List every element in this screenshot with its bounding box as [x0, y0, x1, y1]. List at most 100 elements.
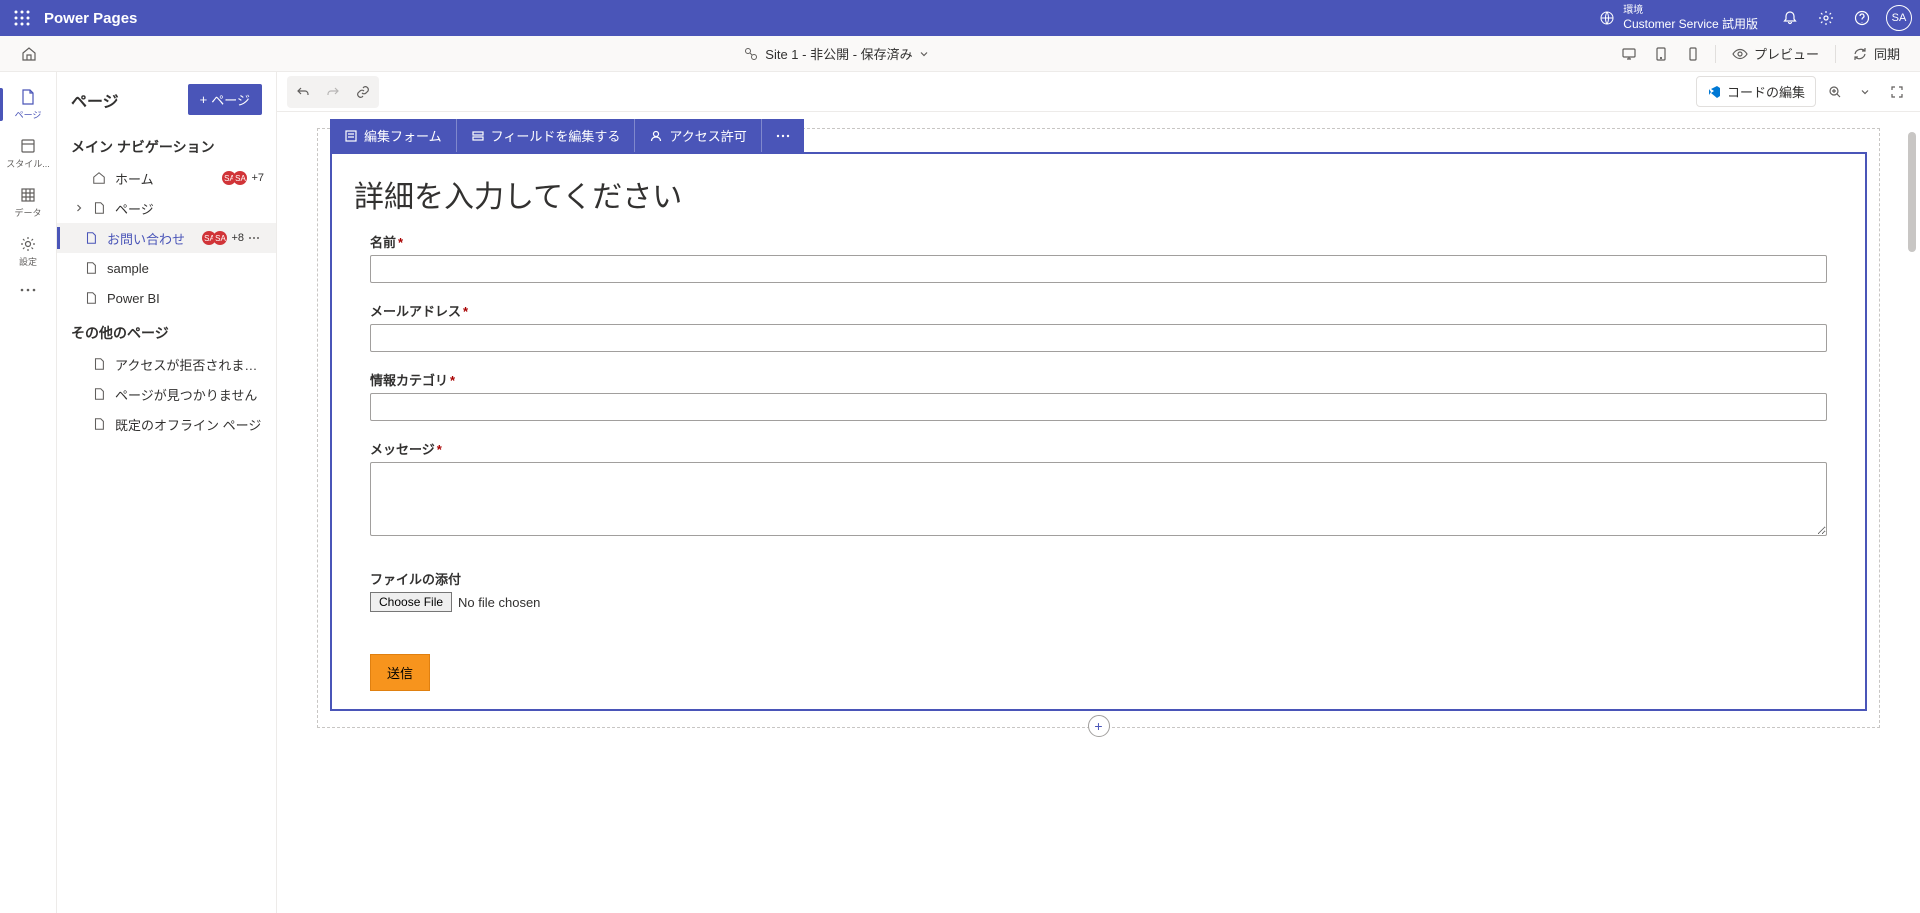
undo-button[interactable]	[290, 79, 316, 105]
nav-sample-label: sample	[107, 261, 264, 276]
nav-home[interactable]: ホーム SASA +7	[57, 163, 276, 193]
submit-button[interactable]: 送信	[370, 654, 430, 691]
attachment-label: ファイルの添付	[370, 569, 1827, 588]
more-icon	[248, 236, 260, 240]
chevron-down-icon	[919, 49, 929, 59]
email-label: メールアドレス*	[370, 301, 1827, 320]
page-icon	[92, 357, 106, 371]
sync-button[interactable]: 同期	[1844, 40, 1908, 68]
help-button[interactable]	[1846, 2, 1878, 34]
nav-home-label: ホーム	[115, 169, 222, 188]
canvas-area: コードの編集 編集フォーム フィールドを編集する	[277, 72, 1920, 913]
message-textarea[interactable]	[370, 462, 1827, 536]
redo-button[interactable]	[320, 79, 346, 105]
collaborators-badge: SASA +7	[222, 171, 264, 185]
page-container: 編集フォーム フィールドを編集する アクセス許可 詳細を入力し	[317, 128, 1880, 728]
rail-settings[interactable]: 設定	[0, 227, 56, 276]
add-page-button[interactable]: + ページ	[188, 84, 262, 115]
nav-not-found[interactable]: ページが見つかりません	[57, 379, 276, 409]
zoom-dropdown[interactable]	[1852, 79, 1878, 105]
add-section-button[interactable]: +	[1088, 715, 1110, 737]
desktop-view-button[interactable]	[1615, 40, 1643, 68]
app-launcher-icon[interactable]	[8, 4, 36, 32]
rail-data[interactable]: データ	[0, 178, 56, 227]
mobile-icon	[1685, 46, 1701, 62]
page-icon	[84, 261, 98, 275]
preview-button[interactable]: プレビュー	[1724, 40, 1827, 68]
form-component-toolbar: 編集フォーム フィールドを編集する アクセス許可	[330, 119, 804, 152]
code-edit-button[interactable]: コードの編集	[1696, 76, 1816, 107]
data-icon	[19, 186, 37, 204]
edit-fields-button[interactable]: フィールドを編集する	[457, 119, 636, 152]
main-nav-label: メイン ナビゲーション	[57, 127, 276, 163]
tablet-view-button[interactable]	[1647, 40, 1675, 68]
nav-offline-label: 既定のオフライン ページ	[115, 415, 264, 434]
page-icon	[19, 88, 37, 106]
pages-sidebar: ページ + ページ メイン ナビゲーション ホーム SASA +7 ページ お問…	[57, 72, 277, 913]
category-input[interactable]	[370, 393, 1827, 421]
notifications-button[interactable]	[1774, 2, 1806, 34]
user-avatar[interactable]: SA	[1886, 5, 1912, 31]
form-icon	[344, 129, 358, 143]
access-button[interactable]: アクセス許可	[635, 119, 761, 152]
rail-styles[interactable]: スタイル...	[0, 129, 56, 178]
form-component[interactable]: 詳細を入力してください 名前* メールアドレス* 情報カテゴリ*	[330, 152, 1867, 711]
app-header: Power Pages 環境 Customer Service 試用版 SA	[0, 0, 1920, 36]
scrollbar[interactable]	[1908, 132, 1916, 893]
nav-sample[interactable]: sample	[57, 253, 276, 283]
chevron-right-icon	[75, 204, 83, 212]
globe-icon	[1599, 10, 1615, 26]
rail-settings-label: 設定	[19, 255, 37, 268]
gear-icon	[1818, 10, 1834, 26]
design-canvas[interactable]: 編集フォーム フィールドを編集する アクセス許可 詳細を入力し	[277, 112, 1920, 913]
rail-more[interactable]	[0, 280, 56, 300]
page-icon	[92, 201, 106, 215]
link-button[interactable]	[350, 79, 376, 105]
canvas-toolbar: コードの編集	[277, 72, 1920, 112]
rail-styles-label: スタイル...	[6, 157, 50, 170]
plus-icon: +	[200, 92, 208, 107]
page-icon	[84, 291, 98, 305]
name-input[interactable]	[370, 255, 1827, 283]
no-file-text: No file chosen	[458, 595, 540, 610]
redo-icon	[326, 85, 340, 99]
nav-access-denied[interactable]: アクセスが拒否されました	[57, 349, 276, 379]
rail-pages[interactable]: ページ	[0, 80, 56, 129]
edit-fields-label: フィールドを編集する	[491, 126, 621, 145]
add-page-label: ページ	[211, 90, 250, 109]
code-edit-label: コードの編集	[1727, 82, 1805, 101]
help-icon	[1854, 10, 1870, 26]
edit-form-button[interactable]: 編集フォーム	[330, 119, 457, 152]
zoom-icon	[1828, 85, 1842, 99]
site-icon	[743, 46, 759, 62]
collaborators-badge: SASA +8	[202, 231, 244, 245]
sidebar-title: ページ	[71, 88, 119, 112]
bell-icon	[1782, 10, 1798, 26]
nav-contact[interactable]: お問い合わせ SASA +8	[57, 223, 276, 253]
preview-label: プレビュー	[1754, 44, 1819, 63]
nav-pages[interactable]: ページ	[57, 193, 276, 223]
other-pages-label: その他のページ	[57, 313, 276, 349]
form-more-button[interactable]	[762, 119, 804, 152]
plus-icon: +	[1094, 718, 1102, 734]
nav-powerbi[interactable]: Power BI	[57, 283, 276, 313]
app-title: Power Pages	[44, 10, 137, 27]
choose-file-button[interactable]: Choose File	[370, 592, 452, 612]
fullscreen-button[interactable]	[1884, 79, 1910, 105]
more-icon	[20, 288, 36, 292]
zoom-button[interactable]	[1822, 79, 1848, 105]
person-icon	[649, 129, 663, 143]
mobile-view-button[interactable]	[1679, 40, 1707, 68]
settings-button[interactable]	[1810, 2, 1842, 34]
eye-icon	[1732, 46, 1748, 62]
site-text: Site 1 - 非公開 - 保存済み	[765, 44, 912, 63]
email-input[interactable]	[370, 324, 1827, 352]
nav-contact-label: お問い合わせ	[107, 229, 202, 248]
site-breadcrumb[interactable]: Site 1 - 非公開 - 保存済み	[57, 44, 1615, 63]
nav-item-more[interactable]	[244, 236, 264, 240]
fields-icon	[471, 129, 485, 143]
environment-picker[interactable]: 環境 Customer Service 試用版	[1587, 5, 1770, 31]
home-button[interactable]	[15, 40, 43, 68]
nav-offline[interactable]: 既定のオフライン ページ	[57, 409, 276, 439]
rail-data-label: データ	[14, 206, 41, 219]
